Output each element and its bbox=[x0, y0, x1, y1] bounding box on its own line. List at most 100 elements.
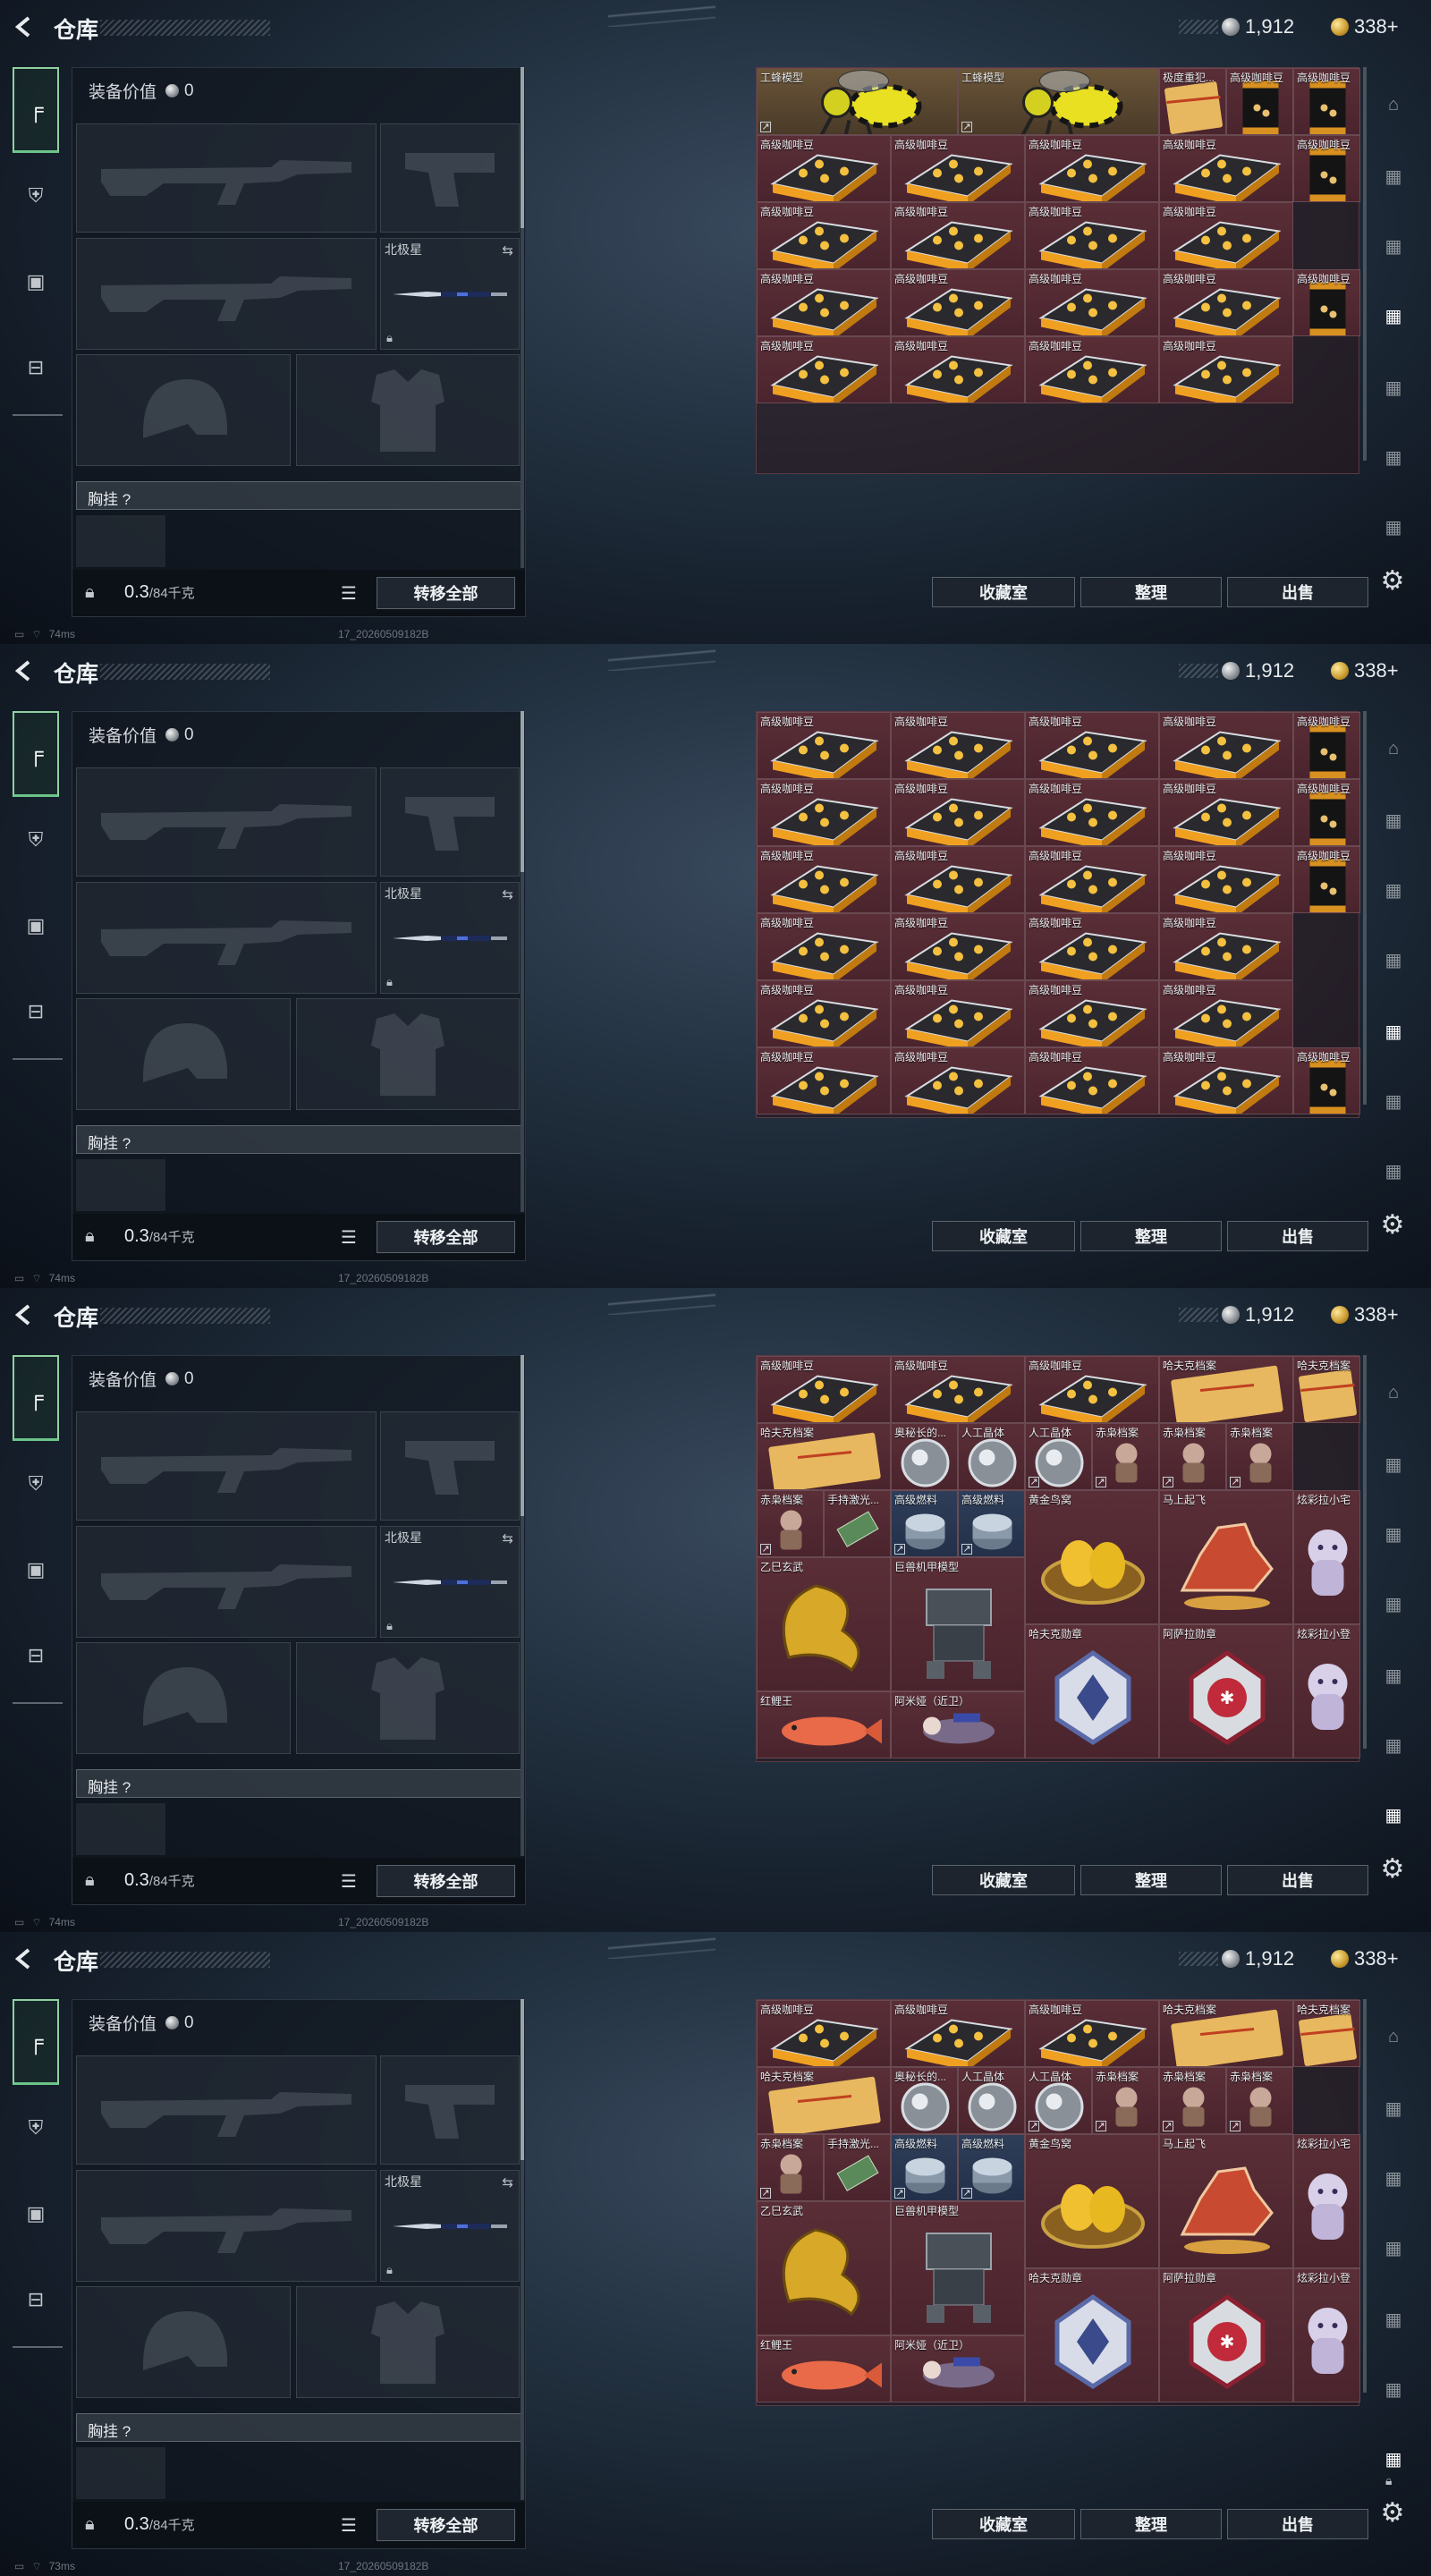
helmet-slot[interactable] bbox=[76, 2286, 291, 2398]
loadout-scroll-thumb[interactable] bbox=[521, 1355, 524, 1516]
collection-room-button[interactable]: 收藏室 bbox=[932, 577, 1075, 607]
stash-item[interactable]: 黄金鸟窝 bbox=[1025, 2134, 1159, 2268]
stash-item[interactable]: 高级燃料 ↗ bbox=[958, 2134, 1025, 2201]
stash-item[interactable]: 手持激光... bbox=[824, 2134, 891, 2201]
stash-scrollbar[interactable] bbox=[1363, 1999, 1367, 2393]
tab-armor[interactable]: ⛨ bbox=[13, 1441, 59, 1527]
stash-tab-4[interactable]: ▦ bbox=[1374, 2228, 1413, 2267]
stash-item[interactable]: 高级咖啡豆 bbox=[757, 846, 891, 913]
gear-icon[interactable]: ⚙ bbox=[1377, 1853, 1408, 1884]
stash-tab-home[interactable]: ⌂ bbox=[1374, 729, 1413, 768]
stash-item[interactable]: 赤枭档案 ↗ bbox=[1226, 2067, 1293, 2134]
tab-backpack[interactable]: ▣ bbox=[13, 883, 59, 969]
stash-item[interactable]: 阿萨拉勋章 ✱ bbox=[1159, 1624, 1293, 1758]
chest-rig-slot[interactable] bbox=[76, 1159, 165, 1211]
stash-item[interactable]: 手持激光... bbox=[824, 1490, 891, 1557]
stash-item[interactable]: 高级咖啡豆 bbox=[891, 1047, 1025, 1114]
stash-tab-4[interactable]: ▦ bbox=[1374, 1584, 1413, 1623]
stash-item[interactable]: 奥秘长的... bbox=[891, 1423, 958, 1490]
stash-item[interactable]: 高级咖啡豆 bbox=[757, 980, 891, 1047]
stash-tab-6[interactable]: ▦ bbox=[1374, 1725, 1413, 1765]
helmet-slot[interactable] bbox=[76, 1642, 291, 1754]
stash-item[interactable]: 哈夫克档案 bbox=[757, 2067, 891, 2134]
stash-item[interactable]: 高级咖啡豆 bbox=[1025, 1356, 1159, 1423]
tab-backpack[interactable]: ▣ bbox=[13, 1527, 59, 1613]
loadout-scroll-thumb[interactable] bbox=[521, 1999, 524, 2160]
stash-item[interactable]: 高级咖啡豆 bbox=[891, 980, 1025, 1047]
tab-case[interactable]: ⊟ bbox=[13, 2257, 59, 2343]
stash-item[interactable]: 哈夫克档案 bbox=[1159, 1356, 1293, 1423]
stash-tab-4[interactable]: ▦ bbox=[1374, 940, 1413, 979]
stash-item[interactable]: 高级咖啡豆 bbox=[1293, 135, 1360, 202]
sell-button[interactable]: 出售 bbox=[1227, 2509, 1368, 2539]
stash-scrollbar[interactable] bbox=[1363, 67, 1367, 461]
stash-item[interactable]: 高级咖啡豆 bbox=[1159, 846, 1293, 913]
stash-item[interactable]: 红鲤王 bbox=[757, 2335, 891, 2402]
stash-item[interactable]: 高级咖啡豆 bbox=[1293, 269, 1360, 336]
primary-weapon-slot[interactable] bbox=[76, 2055, 377, 2165]
stash-item[interactable]: 哈夫克勋章 bbox=[1025, 2268, 1159, 2402]
list-icon[interactable]: ☰ bbox=[341, 582, 357, 605]
stash-tab-4[interactable]: ▦ bbox=[1374, 296, 1413, 335]
stash-item[interactable]: 高级咖啡豆 bbox=[1025, 269, 1159, 336]
chest-rig-header[interactable]: 胸挂 ? bbox=[76, 1769, 521, 1798]
secondary-weapon-slot[interactable] bbox=[76, 1526, 377, 1638]
stash-item[interactable]: 炫彩拉小宅 bbox=[1293, 1490, 1360, 1624]
stash-item[interactable]: 高级咖啡豆 bbox=[891, 336, 1025, 403]
stash-item[interactable]: 高级咖啡豆 bbox=[757, 202, 891, 269]
sort-button[interactable]: 整理 bbox=[1080, 1865, 1222, 1895]
helmet-slot[interactable] bbox=[76, 354, 291, 466]
collection-room-button[interactable]: 收藏室 bbox=[932, 1221, 1075, 1251]
chest-rig-header[interactable]: 胸挂 ? bbox=[76, 2413, 521, 2442]
stash-item[interactable]: 红鲤王 bbox=[757, 1691, 891, 1758]
stash-item[interactable]: 高级咖啡豆 bbox=[1025, 913, 1159, 980]
transfer-all-button[interactable]: 转移全部 bbox=[377, 1221, 515, 1253]
pistol-slot[interactable] bbox=[380, 1411, 520, 1521]
silver-currency[interactable]: 1,912 bbox=[1179, 1946, 1294, 1971]
stash-item[interactable]: 高级咖啡豆 bbox=[1159, 712, 1293, 779]
stash-item[interactable]: 高级咖啡豆 bbox=[891, 913, 1025, 980]
sort-button[interactable]: 整理 bbox=[1080, 1221, 1222, 1251]
swap-icon[interactable]: ⇆ bbox=[502, 2174, 513, 2190]
stash-item[interactable]: 高级咖啡豆 bbox=[1025, 135, 1159, 202]
stash-tab-2[interactable]: ▦ bbox=[1374, 157, 1413, 196]
stash-item[interactable]: 炫彩拉小宅 bbox=[1293, 2134, 1360, 2268]
stash-tab-7[interactable]: ▦ bbox=[1374, 507, 1413, 547]
stash-item[interactable]: 高级咖啡豆 bbox=[891, 269, 1025, 336]
stash-item[interactable]: 乙巳玄武 bbox=[757, 1557, 891, 1691]
armor-slot[interactable] bbox=[296, 1642, 520, 1754]
collection-room-button[interactable]: 收藏室 bbox=[932, 2509, 1075, 2539]
silver-currency[interactable]: 1,912 bbox=[1179, 14, 1294, 39]
list-icon[interactable]: ☰ bbox=[341, 1226, 357, 1249]
stash-item[interactable]: 高级咖啡豆 bbox=[1159, 779, 1293, 846]
stash-item[interactable]: 哈夫克档案 bbox=[1159, 2000, 1293, 2067]
pistol-slot[interactable] bbox=[380, 767, 520, 877]
stash-item[interactable]: 高级咖啡豆 bbox=[891, 202, 1025, 269]
sort-button[interactable]: 整理 bbox=[1080, 2509, 1222, 2539]
stash-item[interactable]: 巨兽机甲模型 bbox=[891, 2201, 1025, 2335]
back-arrow-icon[interactable] bbox=[13, 658, 38, 683]
stash-item[interactable]: 高级咖啡豆 bbox=[1293, 1047, 1360, 1114]
chest-rig-slot[interactable] bbox=[76, 2447, 165, 2499]
tab-armor[interactable]: ⛨ bbox=[13, 797, 59, 883]
melee-slot[interactable]: 北极星 ⇆ 🔒︎ bbox=[380, 2170, 520, 2282]
stash-item[interactable]: 高级咖啡豆 bbox=[1025, 712, 1159, 779]
stash-tab-3[interactable]: ▦ bbox=[1374, 870, 1413, 910]
stash-item[interactable]: 炫彩拉小登 bbox=[1293, 1624, 1360, 1758]
stash-item[interactable]: 赤枭档案 ↗ bbox=[1226, 1423, 1293, 1490]
stash-item[interactable]: 赤枭档案 ↗ bbox=[1092, 2067, 1159, 2134]
loadout-scroll-thumb[interactable] bbox=[521, 67, 524, 228]
stash-item[interactable]: 高级咖啡豆 bbox=[1159, 1047, 1293, 1114]
stash-item[interactable]: 高级咖啡豆 bbox=[1159, 135, 1293, 202]
stash-tab-5[interactable]: ▦ bbox=[1374, 1012, 1413, 1051]
tab-weapons[interactable]: ╒ bbox=[13, 711, 59, 797]
secondary-weapon-slot[interactable] bbox=[76, 2170, 377, 2282]
swap-icon[interactable]: ⇆ bbox=[502, 1530, 513, 1546]
stash-item[interactable]: 哈夫克档案 bbox=[1293, 2000, 1360, 2067]
stash-item[interactable]: 高级咖啡豆 bbox=[1159, 202, 1293, 269]
melee-slot[interactable]: 北极星 ⇆ 🔒︎ bbox=[380, 1526, 520, 1638]
stash-item[interactable]: 阿米娅（近卫） bbox=[891, 1691, 1025, 1758]
stash-tab-3[interactable]: ▦ bbox=[1374, 1514, 1413, 1554]
loadout-scroll-thumb[interactable] bbox=[521, 711, 524, 872]
stash-item[interactable]: 高级咖啡豆 bbox=[757, 1356, 891, 1423]
